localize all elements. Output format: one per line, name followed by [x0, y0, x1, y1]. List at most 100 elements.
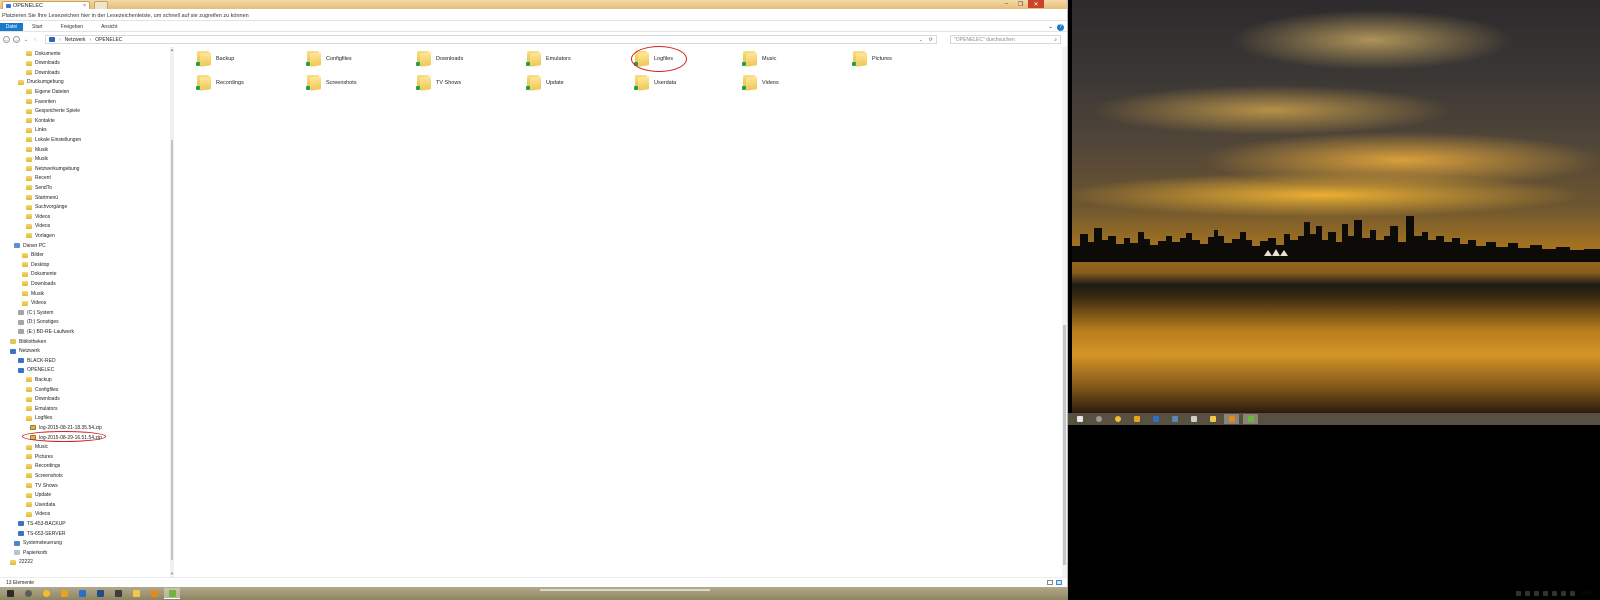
- nav-scroll-up-icon[interactable]: ▲: [170, 47, 174, 52]
- nav-item[interactable]: Eigene Dateien: [26, 87, 69, 96]
- nav-item[interactable]: Configfiles: [26, 385, 58, 394]
- nav-item[interactable]: Videos: [26, 510, 50, 519]
- nav-item[interactable]: Videos: [26, 212, 50, 221]
- nav-item[interactable]: Musik: [26, 145, 48, 154]
- minimize-button[interactable]: –: [1000, 0, 1013, 8]
- nav-item[interactable]: Logfiles: [26, 414, 52, 423]
- volume-icon[interactable]: [1570, 591, 1576, 596]
- folder-tile[interactable]: Recordings: [194, 75, 244, 91]
- taskbar-app-3[interactable]: [56, 588, 72, 599]
- nav-item[interactable]: (E:) BD-RE-Laufwerk: [18, 327, 74, 336]
- nav-item[interactable]: OPENELEC: [18, 366, 54, 375]
- tray-icon[interactable]: [1534, 591, 1540, 596]
- maximize-button[interactable]: ❐: [1014, 0, 1027, 8]
- nav-item[interactable]: Dieser PC: [14, 241, 46, 250]
- tab-view[interactable]: Ansicht: [92, 23, 126, 31]
- address-bar[interactable]: › Netzwerk › OPENELEC ⌄ ⟳: [45, 35, 937, 44]
- nav-item[interactable]: Netzwerkumgebung: [26, 164, 79, 173]
- nav-item[interactable]: (D:) Sonstiges: [18, 318, 59, 327]
- taskbar-app-active[interactable]: [164, 588, 180, 599]
- start-button[interactable]: [2, 588, 18, 599]
- nav-item[interactable]: Vorlagen: [26, 231, 55, 240]
- nav-item[interactable]: Downloads: [26, 59, 60, 68]
- nav-item[interactable]: Userdata: [26, 500, 55, 509]
- nav-item[interactable]: Favoriten: [26, 97, 56, 106]
- clock[interactable]: 18:54: [1579, 591, 1592, 597]
- nav-item[interactable]: Downloads: [22, 279, 56, 288]
- help-icon[interactable]: ?: [1057, 23, 1064, 31]
- refresh-icon[interactable]: ⟳: [929, 37, 933, 43]
- nav-item[interactable]: (C:) System: [18, 308, 53, 317]
- nav-scroll-down-icon[interactable]: ▼: [170, 571, 174, 576]
- taskbar-app-5[interactable]: [1167, 414, 1182, 424]
- nav-item[interactable]: Musik: [22, 289, 44, 298]
- nav-item[interactable]: Kontakte: [26, 116, 55, 125]
- taskbar-app-8[interactable]: [146, 588, 162, 599]
- tray-icon[interactable]: [1516, 591, 1522, 596]
- nav-item[interactable]: Systemsteuerung: [14, 539, 62, 548]
- tray-icon[interactable]: [1543, 591, 1549, 596]
- close-button[interactable]: ✕: [1028, 0, 1044, 8]
- tray-icon[interactable]: [1525, 591, 1531, 596]
- nav-item[interactable]: Druckumgebung: [18, 78, 64, 87]
- search-input[interactable]: "OPENELEC" durchsuchen ⌕: [950, 35, 1061, 44]
- tiles-view-icon[interactable]: [1056, 580, 1062, 585]
- tab-openelec[interactable]: OPENELEC ×: [2, 1, 90, 9]
- recent-locations-icon[interactable]: ⌄: [23, 37, 29, 43]
- folder-tile[interactable]: Pictures: [850, 51, 892, 67]
- up-button[interactable]: ↑: [32, 37, 38, 43]
- taskbar-app-8[interactable]: [1224, 414, 1239, 424]
- folder-tile[interactable]: Backup: [194, 51, 234, 67]
- nav-item[interactable]: Screenshots: [26, 471, 63, 480]
- nav-item[interactable]: 22222: [10, 558, 33, 567]
- tab-start[interactable]: Start: [23, 23, 52, 31]
- tab-file[interactable]: Datei: [0, 23, 23, 31]
- taskbar-app-6[interactable]: [110, 588, 126, 599]
- forward-button[interactable]: →: [13, 36, 20, 43]
- nav-item[interactable]: TS-453-BACKUP: [18, 519, 66, 528]
- breadcrumb-netzwerk[interactable]: Netzwerk: [65, 37, 86, 43]
- taskbar-app-6[interactable]: [1186, 414, 1201, 424]
- nav-item[interactable]: Update: [26, 491, 51, 500]
- nav-item[interactable]: TS-653-SERVER: [18, 529, 66, 538]
- nav-item[interactable]: TV Shows: [26, 481, 58, 490]
- back-button[interactable]: ←: [3, 36, 10, 43]
- taskbar-app-5[interactable]: [92, 588, 108, 599]
- nav-item[interactable]: Emulators: [26, 404, 58, 413]
- nav-item[interactable]: Bilder: [22, 251, 44, 260]
- nav-item[interactable]: Dokumente: [26, 49, 61, 58]
- tray-icon[interactable]: [1552, 591, 1558, 596]
- nav-item[interactable]: Videos: [26, 222, 50, 231]
- nav-item[interactable]: Gespeicherte Spiele: [26, 107, 80, 116]
- nav-item[interactable]: Downloads: [26, 395, 60, 404]
- folder-tile[interactable]: Downloads: [414, 51, 463, 67]
- taskbar-app-2[interactable]: [38, 588, 54, 599]
- nav-item[interactable]: SendTo: [26, 183, 52, 192]
- taskbar-app-4[interactable]: [74, 588, 90, 599]
- nav-item[interactable]: Recordings: [26, 462, 60, 471]
- taskbar-explorer[interactable]: [128, 588, 144, 599]
- folder-tile[interactable]: Videos: [740, 75, 779, 91]
- tab-share[interactable]: Freigeben: [52, 23, 93, 31]
- nav-item[interactable]: Recent: [26, 174, 51, 183]
- nav-scrollbar-thumb[interactable]: [171, 140, 173, 560]
- new-tab-button[interactable]: [94, 1, 108, 9]
- breadcrumb-openelec[interactable]: OPENELEC: [95, 37, 122, 43]
- nav-item[interactable]: Pictures: [26, 452, 53, 461]
- nav-item[interactable]: Backup: [26, 375, 52, 384]
- content-scrollbar-thumb[interactable]: [1063, 325, 1066, 565]
- folder-tile[interactable]: Music: [740, 51, 776, 67]
- folder-tile[interactable]: Emulators: [524, 51, 571, 67]
- taskbar-app-1[interactable]: [20, 588, 36, 599]
- search-icon[interactable]: ⌕: [1054, 37, 1057, 43]
- folder-tile[interactable]: Configfiles: [304, 51, 352, 67]
- taskbar-app-active[interactable]: [1243, 414, 1258, 424]
- taskbar-app-2[interactable]: [1110, 414, 1125, 424]
- nav-item[interactable]: BLACK-RED: [18, 356, 56, 365]
- address-dropdown-icon[interactable]: ⌄: [919, 37, 923, 43]
- folder-tile[interactable]: Update: [524, 75, 564, 91]
- nav-item[interactable]: Lokale Einstellungen: [26, 135, 81, 144]
- taskbar-app-1[interactable]: [1091, 414, 1106, 424]
- nav-item[interactable]: Bibliotheken: [10, 337, 46, 346]
- tab-close-icon[interactable]: ×: [83, 3, 86, 9]
